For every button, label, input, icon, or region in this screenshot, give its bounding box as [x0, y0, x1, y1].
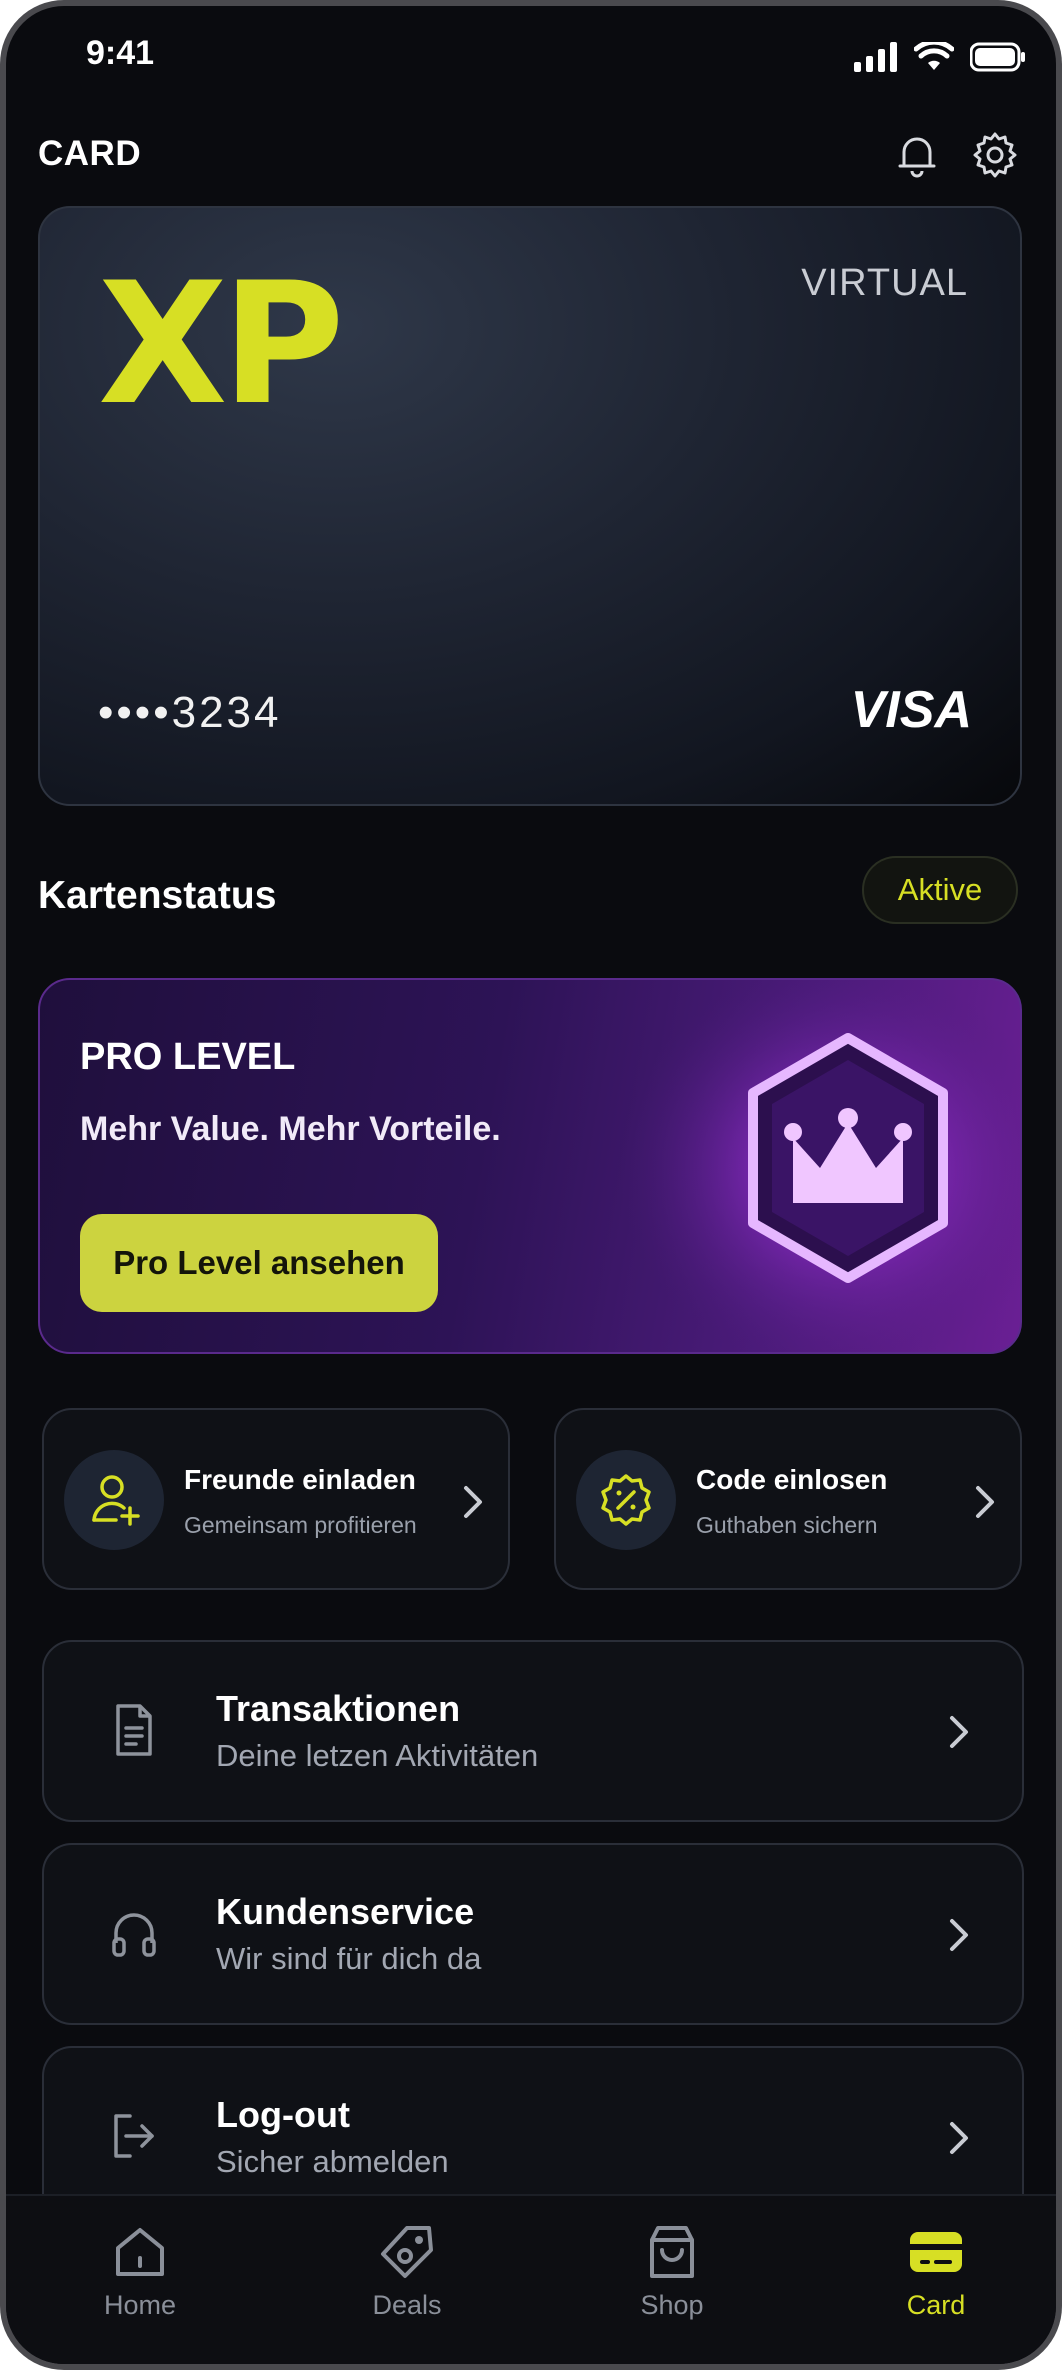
credit-card-icon — [910, 2232, 962, 2272]
tab-bar: Home Deals Shop Card — [6, 2194, 1056, 2364]
pro-level-subtitle: Mehr Value. Mehr Vorteile. — [80, 1110, 501, 1148]
tile-subtitle: Gemeinsam profitieren — [184, 1512, 417, 1538]
tab-shop[interactable]: Shop — [597, 2222, 747, 2321]
tag-icon — [381, 2226, 433, 2278]
tab-label: Home — [103, 2290, 177, 2320]
card-status-heading: Kartenstatus — [38, 874, 277, 917]
tab-home[interactable]: Home — [65, 2222, 215, 2321]
tile-icon-circle — [64, 1450, 164, 1550]
logout-icon — [114, 2114, 154, 2158]
tile-title: Code einlosen — [696, 1464, 888, 1495]
page-title: CARD — [38, 134, 142, 173]
tab-deals[interactable]: Deals — [332, 2222, 482, 2321]
row-subtitle: Sicher abmelden — [216, 2144, 449, 2179]
transactions-row[interactable]: Transaktionen Deine letzen Aktivitäten — [42, 1640, 1024, 1822]
signal-icon — [854, 42, 897, 72]
crown-badge-icon — [748, 1033, 948, 1283]
discount-badge-icon — [601, 1474, 651, 1526]
pro-level-button[interactable]: Pro Level ansehen — [80, 1214, 438, 1312]
card-type-label: VIRTUAL — [801, 262, 968, 304]
invite-friends-tile[interactable]: Freunde einladen Gemeinsam profitieren — [42, 1408, 510, 1590]
card-network-logo: VISA — [850, 681, 972, 739]
card-number: ••••3234 — [98, 688, 282, 737]
bell-icon[interactable] — [892, 130, 942, 180]
shopping-bag-icon — [650, 2226, 694, 2278]
row-title: Transaktionen — [216, 1688, 461, 1729]
chevron-right-icon — [950, 1919, 968, 1951]
home-icon — [116, 2228, 164, 2276]
chevron-right-icon — [464, 1486, 482, 1518]
app-screen: 9:41 CARD XP VIRTUAL ••••3234 VISA Karte… — [6, 6, 1056, 2364]
tile-title: Freunde einladen — [184, 1464, 416, 1495]
gear-icon[interactable] — [970, 130, 1020, 180]
status-time: 9:41 — [86, 34, 155, 72]
pro-level-title: PRO LEVEL — [80, 1036, 296, 1078]
virtual-card[interactable]: XP VIRTUAL ••••3234 VISA — [38, 206, 1022, 806]
tab-label: Deals — [372, 2290, 442, 2320]
row-subtitle: Wir sind für dich da — [216, 1941, 482, 1976]
status-icons — [854, 42, 1026, 72]
tile-subtitle: Guthaben sichern — [696, 1512, 878, 1538]
card-brand-logo: XP — [98, 246, 345, 442]
tile-icon-circle — [576, 1450, 676, 1550]
tab-label: Shop — [640, 2290, 704, 2320]
chevron-right-icon — [950, 1716, 968, 1748]
document-icon — [116, 1704, 152, 1756]
tab-card[interactable]: Card — [861, 2222, 1011, 2321]
battery-icon — [970, 42, 1025, 72]
redeem-code-tile[interactable]: Code einlosen Guthaben sichern — [554, 1408, 1022, 1590]
pro-level-banner[interactable]: PRO LEVEL Mehr Value. Mehr Vorteile. Pro… — [38, 978, 1022, 1354]
chevron-right-icon — [950, 2122, 968, 2154]
row-title: Kundenservice — [216, 1891, 475, 1932]
phone-frame: 9:41 CARD XP VIRTUAL ••••3234 VISA Karte… — [0, 0, 1062, 2370]
wifi-icon — [914, 42, 954, 70]
headphones-icon — [112, 1913, 156, 1957]
customer-service-row[interactable]: Kundenservice Wir sind für dich da — [42, 1843, 1024, 2025]
row-title: Log-out — [216, 2094, 350, 2135]
tab-label: Card — [906, 2290, 966, 2320]
user-plus-icon — [92, 1475, 140, 1526]
chevron-right-icon — [976, 1486, 994, 1518]
status-badge: Aktive — [862, 856, 1018, 924]
row-subtitle: Deine letzen Aktivitäten — [216, 1738, 539, 1773]
